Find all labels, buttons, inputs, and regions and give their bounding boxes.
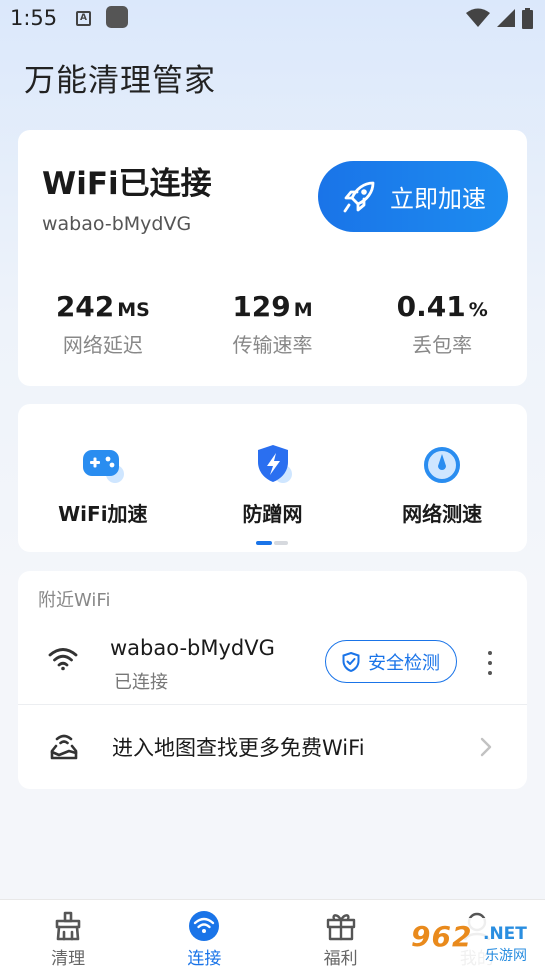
connected-ssid: wabao-bMydVG xyxy=(42,213,192,235)
tool-wifi-boost[interactable]: WiFi加速 xyxy=(18,442,188,527)
boost-button-label: 立即加速 xyxy=(390,185,486,213)
tool-label: 网络测速 xyxy=(402,502,483,526)
chevron-right-icon xyxy=(480,737,492,757)
notification-a-icon: A xyxy=(76,11,91,26)
wifi-signal-icon xyxy=(466,8,490,27)
watermark-sub: 乐游网 xyxy=(485,948,527,964)
map-pin-icon xyxy=(50,734,78,760)
stat-rate: 129 M 传输速率 xyxy=(188,290,358,358)
shield-bolt-icon xyxy=(257,445,292,483)
watermark-main: 962 xyxy=(411,920,473,953)
rocket-icon xyxy=(343,181,375,212)
nav-tab-benefits[interactable]: 福利 xyxy=(273,900,409,970)
stat-unit: % xyxy=(468,299,488,321)
tools-card: WiFi加速 防蹭网 网络测速 xyxy=(18,404,527,552)
gamepad-icon xyxy=(82,450,124,483)
app-title: 万能清理管家 xyxy=(24,63,216,99)
stat-value: 0.41 xyxy=(396,290,466,323)
stat-value: 242 xyxy=(55,290,115,323)
boost-button[interactable]: 立即加速 xyxy=(318,161,508,232)
wifi-connected-status: WiFi已连接 xyxy=(42,166,212,202)
connection-card: WiFi已连接 wabao-bMydVG 立即加速 242 MS 网络延迟 129… xyxy=(18,130,527,386)
network-stats: 242 MS 网络延迟 129 M 传输速率 0.41% 丢包率 xyxy=(18,290,527,358)
watermark-net: .NET xyxy=(483,924,527,944)
shield-check-icon xyxy=(342,651,360,672)
wifi-list-item[interactable]: wabao-bMydVG 已连接 安全检测 xyxy=(18,631,527,704)
tool-label: 防蹭网 xyxy=(242,502,303,526)
nav-tab-connect[interactable]: 连接 xyxy=(136,900,272,970)
nav-tab-clean[interactable]: 清理 xyxy=(0,900,136,970)
more-options-icon[interactable] xyxy=(484,651,496,675)
wifi-icon xyxy=(189,911,220,941)
nav-label: 福利 xyxy=(323,949,358,969)
stat-unit: M xyxy=(293,299,313,321)
nav-label: 连接 xyxy=(187,949,222,969)
wifi-icon xyxy=(48,648,78,671)
stat-packet-loss: 0.41% 丢包率 xyxy=(357,290,527,358)
stat-value: 129 xyxy=(232,290,291,323)
wifi-connection-state: 已连接 xyxy=(114,672,168,693)
nearby-wifi-title: 附近WiFi xyxy=(38,590,111,611)
tool-label: WiFi加速 xyxy=(58,502,148,526)
tool-speed-test[interactable]: 网络测速 xyxy=(357,442,527,527)
map-search-link[interactable]: 进入地图查找更多免费WiFi xyxy=(18,705,527,789)
status-time: 1:55 xyxy=(10,6,58,30)
broom-icon xyxy=(55,911,81,941)
wifi-ssid: wabao-bMydVG xyxy=(110,636,275,660)
stat-label: 网络延迟 xyxy=(62,333,143,357)
stat-unit: MS xyxy=(117,299,150,321)
security-check-button[interactable]: 安全检测 xyxy=(325,640,457,683)
cell-signal-icon xyxy=(497,9,515,27)
security-check-label: 安全检测 xyxy=(368,652,440,674)
nearby-wifi-card: 附近WiFi wabao-bMydVG 已连接 安全检测 进入地图查找更多免费W… xyxy=(18,571,527,789)
site-watermark-logo: 962 .NET 乐游网 xyxy=(405,918,541,968)
gift-icon xyxy=(326,914,355,941)
stat-label: 传输速率 xyxy=(232,333,313,357)
stat-latency: 242 MS 网络延迟 xyxy=(18,290,188,358)
tool-anti-freeload[interactable]: 防蹭网 xyxy=(188,442,358,527)
map-search-text: 进入地图查找更多免费WiFi xyxy=(112,736,365,760)
notification-app-icon xyxy=(106,6,128,28)
speedometer-icon xyxy=(424,447,461,483)
battery-icon xyxy=(522,7,533,29)
nav-label: 清理 xyxy=(51,949,86,969)
status-bar: 1:55 A xyxy=(0,0,545,38)
stat-label: 丢包率 xyxy=(412,333,473,357)
tools-pager xyxy=(256,541,288,545)
